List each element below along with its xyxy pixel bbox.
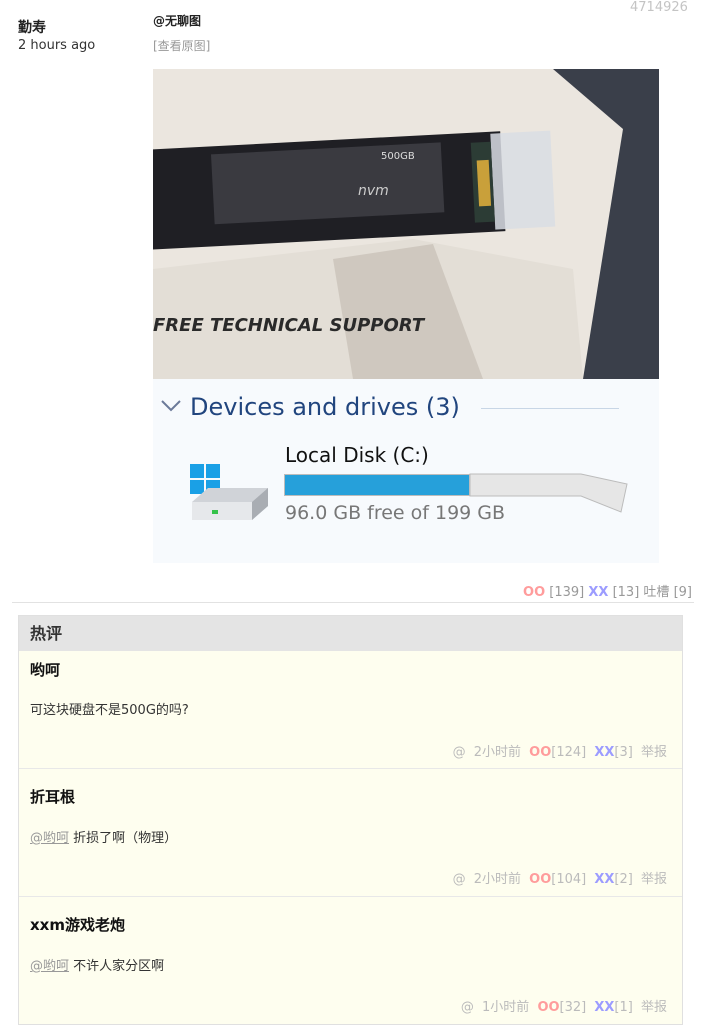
photo-text-capacity: 500GB [381, 151, 415, 162]
comment-body: 可这块硬盘不是500G的吗? [30, 703, 189, 718]
comment-time: 1小时前 [482, 1000, 530, 1015]
post-divider [12, 602, 694, 603]
comment-body: 折损了啊（物理） [73, 831, 178, 846]
comment-mention-link[interactable]: @哟呵 [30, 959, 69, 974]
hot-comments-panel: 热评 哟呵 可这块硬盘不是500G的吗? @ 2小时前 OO[124] XX[3… [18, 615, 683, 1025]
comment-author[interactable]: 哟呵 [30, 659, 60, 680]
post-vote-bar: OO [139] XX [13] 吐槽 [9] [523, 581, 692, 600]
comment-oo-button[interactable]: OO [529, 745, 551, 760]
comment-time: 2小时前 [473, 872, 522, 887]
ssd-photo-illustration: 500GB nvm FREE TECHNICAL SUPPORT [153, 69, 659, 379]
comment-item: 哟呵 可这块硬盘不是500G的吗? @ 2小时前 OO[124] XX[3] 举… [19, 651, 682, 769]
comment-footer: @ 1小时前 OO[32] XX[1] 举报 [457, 996, 667, 1015]
oo-button[interactable]: OO [523, 585, 545, 600]
comment-xx-count: [2] [614, 872, 633, 887]
post-title: @无聊图 [153, 14, 202, 28]
comment-item: xxm游戏老炮 @哟呵 不许人家分区啊 @ 1小时前 OO[32] XX[1] … [19, 897, 682, 1024]
comment-body: 不许人家分区啊 [73, 959, 165, 974]
post-author[interactable]: 勤寿 [18, 17, 46, 37]
comment-report-button[interactable]: 举报 [641, 872, 667, 887]
tucao-button[interactable]: 吐槽 [643, 585, 669, 600]
devices-divider [481, 408, 619, 409]
comment-mention-link[interactable]: @哟呵 [30, 831, 69, 846]
devices-title: Devices and drives (3) [190, 393, 460, 421]
comment-oo-count: [32] [559, 1000, 587, 1015]
tucao-count: [9] [673, 585, 692, 600]
comment-xx-button[interactable]: XX [594, 872, 614, 887]
comment-footer: @ 2小时前 OO[104] XX[2] 举报 [449, 868, 667, 887]
comment-oo-button[interactable]: OO [537, 1000, 559, 1015]
comment-oo-count: [124] [551, 745, 587, 760]
drive-icon [190, 464, 268, 520]
comment-oo-button[interactable]: OO [529, 872, 551, 887]
comment-text: @哟呵 折损了啊（物理） [30, 827, 177, 846]
disk-name: Local Disk (C:) [285, 443, 429, 467]
oo-count: [139] [549, 585, 585, 600]
photo-text-nvme: nvm [358, 183, 389, 199]
post-id: 4714926 [630, 0, 688, 15]
comment-text: @哟呵 不许人家分区啊 [30, 955, 164, 974]
post-image-photo[interactable]: 500GB nvm FREE TECHNICAL SUPPORT [153, 69, 659, 379]
chevron-down-icon [161, 400, 181, 412]
comment-time: 2小时前 [473, 745, 522, 760]
comment-xx-button[interactable]: XX [594, 745, 614, 760]
disk-free-text: 96.0 GB free of 199 GB [285, 502, 506, 524]
comment-reply-at[interactable]: @ [453, 872, 466, 887]
comment-xx-count: [1] [614, 1000, 633, 1015]
post-time: 2 hours ago [18, 38, 96, 53]
hot-comments-header: 热评 [19, 616, 682, 651]
disk-usage-bar [284, 474, 470, 496]
comment-report-button[interactable]: 举报 [641, 1000, 667, 1015]
comment-reply-at[interactable]: @ [461, 1000, 474, 1015]
comment-item: 折耳根 @哟呵 折损了啊（物理） @ 2小时前 OO[104] XX[2] 举报 [19, 769, 682, 897]
photo-text-support: FREE TECHNICAL SUPPORT [153, 315, 426, 336]
comment-report-button[interactable]: 举报 [641, 745, 667, 760]
view-original-link[interactable]: [查看原图] [153, 37, 210, 54]
comment-xx-button[interactable]: XX [594, 1000, 614, 1015]
xx-count: [13] [612, 585, 640, 600]
comment-xx-count: [3] [614, 745, 633, 760]
comment-author[interactable]: xxm游戏老炮 [30, 914, 125, 935]
comment-text: 可这块硬盘不是500G的吗? [30, 699, 189, 718]
comment-reply-at[interactable]: @ [453, 745, 466, 760]
comment-author[interactable]: 折耳根 [30, 786, 75, 807]
comment-footer: @ 2小时前 OO[124] XX[3] 举报 [449, 741, 667, 760]
xx-button[interactable]: XX [588, 585, 608, 600]
comment-oo-count: [104] [551, 872, 587, 887]
